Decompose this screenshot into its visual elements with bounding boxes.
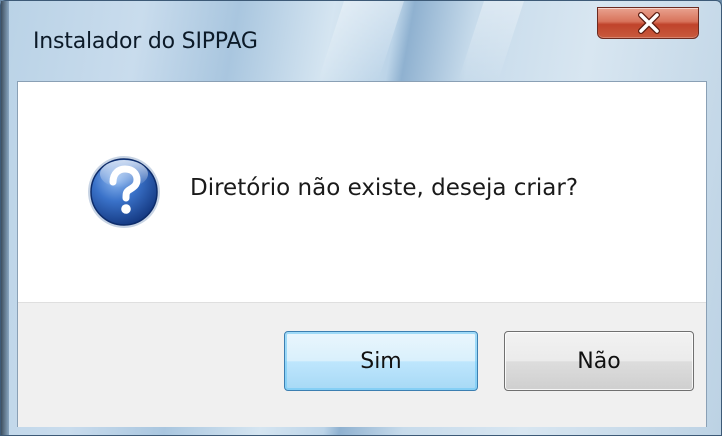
title-bar[interactable]: Instalador do SIPPAG (1, 1, 722, 81)
close-icon (638, 12, 660, 34)
yes-button-label: Sim (360, 348, 402, 374)
dialog-message: Diretório não existe, deseja criar? (190, 175, 579, 201)
no-button-label: Não (577, 348, 621, 374)
dialog-body: Diretório não existe, deseja criar? Sim … (17, 81, 707, 427)
message-area: Diretório não existe, deseja criar? (18, 82, 706, 302)
window-title: Instalador do SIPPAG (33, 29, 258, 54)
question-icon (88, 156, 160, 228)
close-button[interactable] (597, 7, 699, 39)
dialog-window: Instalador do SIPPAG Diretório não exist… (0, 0, 722, 436)
no-button[interactable]: Não (504, 331, 694, 391)
button-bar: Sim Não (18, 302, 706, 427)
yes-button[interactable]: Sim (284, 331, 478, 391)
